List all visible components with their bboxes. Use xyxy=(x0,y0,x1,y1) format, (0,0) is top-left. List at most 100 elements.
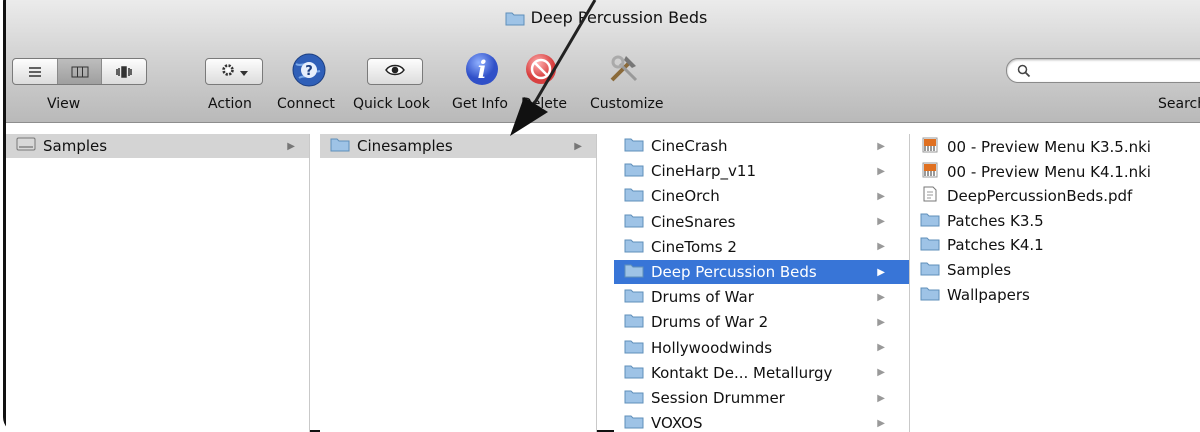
folder-icon xyxy=(624,388,644,408)
folder-icon xyxy=(330,136,350,156)
disclosure-arrow-icon: ▶ xyxy=(877,266,885,278)
list-item[interactable]: Drums of War 2 ▶ xyxy=(614,310,909,334)
folder-icon xyxy=(920,211,940,231)
list-item[interactable]: Samples xyxy=(910,258,1200,282)
delete-icon[interactable] xyxy=(524,52,558,90)
toolbar: Deep Percussion Beds ? i View Action Con… xyxy=(6,0,1200,123)
item-label: Wallpapers xyxy=(947,285,1030,304)
list-item[interactable]: Session Drummer ▶ xyxy=(614,386,909,410)
window-title: Deep Percussion Beds xyxy=(6,8,1200,30)
item-label: Session Drummer xyxy=(651,389,785,407)
folder-icon xyxy=(505,10,525,30)
view-label: View xyxy=(47,96,81,112)
disclosure-arrow-icon: ▶ xyxy=(287,140,295,152)
folder-icon xyxy=(624,186,644,206)
action-label: Action xyxy=(208,96,252,112)
delete-label: Delete xyxy=(521,96,567,112)
item-label: Deep Percussion Beds xyxy=(651,263,817,281)
folder-icon xyxy=(624,262,644,282)
item-label: DeepPercussionBeds.pdf xyxy=(947,187,1133,206)
column-view-icon[interactable] xyxy=(57,59,103,84)
pdf-file-icon xyxy=(920,186,940,206)
info-icon[interactable]: i xyxy=(465,52,499,90)
disclosure-arrow-icon: ▶ xyxy=(877,367,885,379)
disclosure-arrow-icon: ▶ xyxy=(877,190,885,202)
search-icon xyxy=(1017,63,1031,82)
list-item[interactable]: Drums of War ▶ xyxy=(614,285,909,309)
quick-look-label: Quick Look xyxy=(353,96,430,112)
quick-look-button[interactable] xyxy=(367,58,423,85)
item-label: Cinesamples xyxy=(357,137,453,155)
search-field[interactable] xyxy=(1006,58,1200,83)
column-4: 00 - Preview Menu K3.5.nki 00 - Preview M… xyxy=(910,134,1200,432)
list-item[interactable]: Samples ▶ xyxy=(6,134,309,158)
item-label: Drums of War 2 xyxy=(651,313,769,332)
list-item[interactable]: Deep Percussion Beds ▶ xyxy=(614,260,909,284)
item-label: Patches K3.5 xyxy=(947,211,1044,230)
connect-icon[interactable]: ? xyxy=(290,52,328,92)
item-label: 00 - Preview Menu K4.1.nki xyxy=(947,162,1151,181)
column-2: Cinesamples ▶ xyxy=(320,134,597,432)
item-label: Patches K4.1 xyxy=(947,236,1044,255)
nki-file-icon xyxy=(920,162,940,182)
item-label: CineHarp_v11 xyxy=(651,162,756,181)
list-item[interactable]: CineSnares ▶ xyxy=(614,210,909,234)
list-item[interactable]: 00 - Preview Menu K4.1.nki xyxy=(910,160,1200,184)
folder-icon xyxy=(920,260,940,280)
list-item[interactable]: Kontakt De... Metallurgy ▶ xyxy=(614,361,909,385)
disclosure-arrow-icon: ▶ xyxy=(877,140,885,152)
list-item[interactable]: 00 - Preview Menu K3.5.nki xyxy=(910,135,1200,159)
folder-icon xyxy=(624,413,644,432)
customize-label: Customize xyxy=(590,96,664,112)
disclosure-arrow-icon: ▶ xyxy=(877,342,885,354)
finder-window: Deep Percussion Beds ? i View Action Con… xyxy=(0,0,1200,432)
column-browser: Samples ▶ Cinesamples ▶ CineCrash ▶ CineHarp… xyxy=(0,134,1200,432)
disclosure-arrow-icon: ▶ xyxy=(877,291,885,303)
tools-icon[interactable] xyxy=(606,50,644,90)
coverflow-view-icon[interactable] xyxy=(102,59,146,84)
item-label: CineCrash xyxy=(651,137,728,155)
gear-icon xyxy=(220,62,240,82)
column-3: CineCrash ▶ CineHarp_v11 ▶ CineOrch ▶ CineSnar… xyxy=(614,134,910,432)
item-label: CineToms 2 xyxy=(651,237,737,256)
folder-icon xyxy=(624,363,644,383)
list-item[interactable]: VOXOS ▶ xyxy=(614,411,909,432)
folder-icon xyxy=(624,287,644,307)
folder-icon xyxy=(624,161,644,181)
disclosure-arrow-icon: ▶ xyxy=(877,241,885,253)
column-1: Samples ▶ xyxy=(6,134,310,432)
eye-icon xyxy=(385,62,405,81)
list-item[interactable]: Patches K4.1 xyxy=(910,233,1200,257)
list-item[interactable]: Patches K3.5 xyxy=(910,209,1200,233)
disclosure-arrow-icon: ▶ xyxy=(877,417,885,429)
list-view-icon[interactable] xyxy=(13,59,58,84)
folder-icon xyxy=(920,285,940,305)
disclosure-arrow-icon: ▶ xyxy=(877,165,885,177)
get-info-label: Get Info xyxy=(452,96,508,112)
folder-icon xyxy=(920,235,940,255)
action-button[interactable] xyxy=(205,58,263,85)
disclosure-arrow-icon: ▶ xyxy=(574,140,582,152)
folder-icon xyxy=(624,237,644,257)
list-item[interactable]: CineToms 2 ▶ xyxy=(614,235,909,259)
list-item[interactable]: CineOrch ▶ xyxy=(614,184,909,208)
item-label: 00 - Preview Menu K3.5.nki xyxy=(947,138,1151,156)
list-item[interactable]: Hollywoodwinds ▶ xyxy=(614,336,909,360)
disclosure-arrow-icon: ▶ xyxy=(877,316,885,328)
nki-file-icon xyxy=(920,137,940,157)
list-item[interactable]: DeepPercussionBeds.pdf xyxy=(910,184,1200,208)
list-item[interactable]: Wallpapers xyxy=(910,283,1200,307)
list-item[interactable]: Cinesamples ▶ xyxy=(320,134,596,158)
svg-text:?: ? xyxy=(305,64,313,79)
item-label: CineOrch xyxy=(651,187,720,206)
list-item[interactable]: CineHarp_v11 ▶ xyxy=(614,159,909,183)
search-label: Search xyxy=(1158,96,1200,112)
folder-icon xyxy=(624,312,644,332)
folder-icon xyxy=(624,338,644,358)
view-mode-control xyxy=(12,58,147,85)
item-label: Drums of War xyxy=(651,288,754,307)
item-label: VOXOS xyxy=(651,414,703,432)
item-label: Hollywoodwinds xyxy=(651,338,773,357)
disk-icon xyxy=(16,136,36,156)
list-item[interactable]: CineCrash ▶ xyxy=(614,134,909,158)
